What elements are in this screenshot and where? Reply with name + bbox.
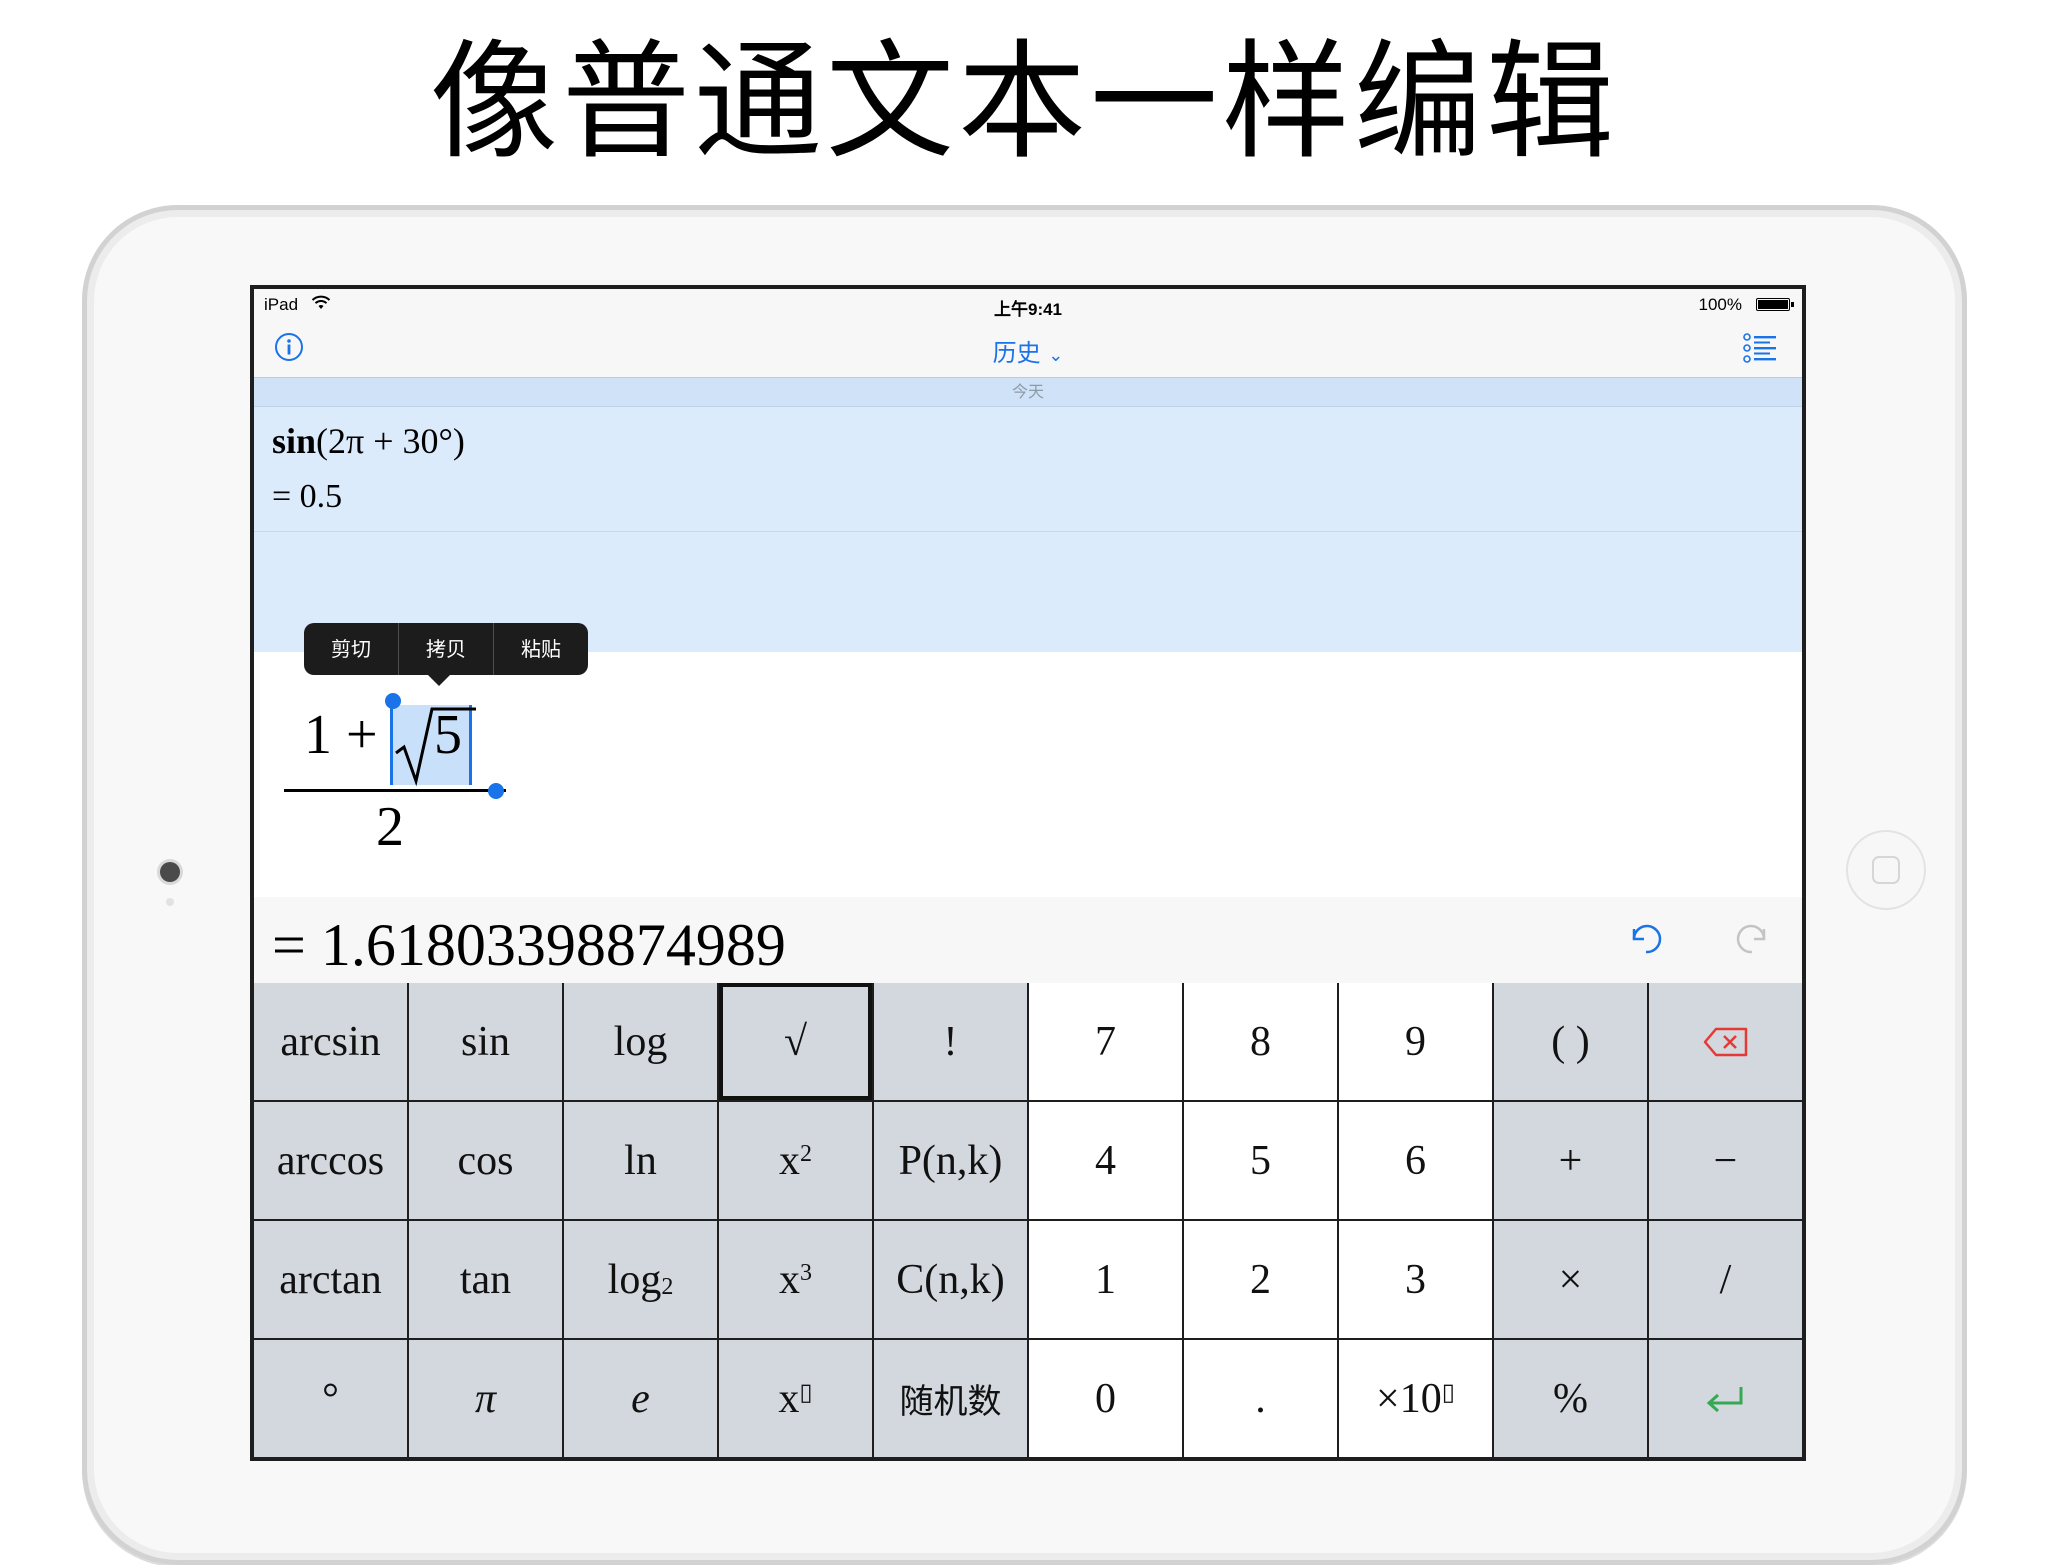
multiply-key[interactable]: × <box>1494 1221 1647 1338</box>
cube-key[interactable]: x3 <box>719 1221 872 1338</box>
zero-key[interactable]: 0 <box>1029 1340 1182 1457</box>
undo-icon[interactable] <box>1624 919 1664 959</box>
copy-menu-item[interactable]: 拷贝 <box>399 623 494 675</box>
history-title: 历史 <box>992 339 1041 367</box>
cube-key-base: x <box>779 1256 800 1303</box>
app-screen: iPad 上午9:41 100% 历史 ⌄ 今天 sin(2π + 30°) =… <box>250 285 1806 1461</box>
degree-key[interactable]: ° <box>254 1340 407 1457</box>
fraction-expression[interactable]: 1 + 5 2 <box>284 699 514 859</box>
sci-key-base: ×10 <box>1376 1375 1442 1422</box>
history-divider <box>254 531 1802 532</box>
minus-key[interactable]: − <box>1649 1102 1802 1219</box>
enter-key[interactable] <box>1649 1340 1802 1457</box>
history-expression[interactable]: sin(2π + 30°) <box>272 420 465 462</box>
factorial-key[interactable]: ! <box>874 983 1027 1100</box>
history-menu-button[interactable]: 历史 ⌄ <box>254 333 1802 368</box>
eight-key[interactable]: 8 <box>1184 983 1337 1100</box>
nine-key[interactable]: 9 <box>1339 983 1492 1100</box>
battery-icon <box>1756 298 1794 311</box>
numerator-one: 1 <box>304 704 332 766</box>
cut-menu-item[interactable]: 剪切 <box>304 623 399 675</box>
parentheses-key[interactable]: ( ) <box>1494 983 1647 1100</box>
random-key-label: 随机数 <box>899 1382 1002 1422</box>
history-arguments: (2π + 30°) <box>316 421 465 461</box>
numerator-plus: + <box>346 704 378 766</box>
percent-key[interactable]: % <box>1494 1340 1647 1457</box>
result-value: = 1.61803398874989 <box>272 912 786 978</box>
power-key-exponent: ▯ <box>799 1380 813 1406</box>
history-result[interactable]: = 0.5 <box>272 478 342 516</box>
four-key[interactable]: 4 <box>1029 1102 1182 1219</box>
log2-key[interactable]: log 2 <box>564 1221 717 1338</box>
camera-sensor <box>166 898 174 906</box>
six-key[interactable]: 6 <box>1339 1102 1492 1219</box>
return-icon <box>1706 1386 1742 1412</box>
euler-key[interactable]: e <box>564 1340 717 1457</box>
one-key[interactable]: 1 <box>1029 1221 1182 1338</box>
divide-key[interactable]: / <box>1649 1221 1802 1338</box>
paste-menu-item[interactable]: 粘贴 <box>494 623 588 675</box>
ln-key[interactable]: ln <box>564 1102 717 1219</box>
seven-key[interactable]: 7 <box>1029 983 1182 1100</box>
five-key[interactable]: 5 <box>1184 1102 1337 1219</box>
edit-context-menu: 剪切 拷贝 粘贴 <box>304 623 588 675</box>
three-key[interactable]: 3 <box>1339 1221 1492 1338</box>
denominator: 2 <box>376 796 404 858</box>
status-battery-percent: 100% <box>1698 295 1742 314</box>
redo-icon[interactable] <box>1734 919 1774 959</box>
two-key[interactable]: 2 <box>1184 1221 1337 1338</box>
cube-key-exponent: 3 <box>800 1260 812 1286</box>
selection-start-handle[interactable] <box>385 693 401 709</box>
scientific-notation-key[interactable]: ×10 ▯ <box>1339 1340 1492 1457</box>
power-key[interactable]: x ▯ <box>719 1340 872 1457</box>
combination-key[interactable]: C(n,k) <box>874 1221 1027 1338</box>
sci-key-exponent: ▯ <box>1441 1380 1455 1406</box>
square-key-base: x <box>779 1137 800 1184</box>
cos-key[interactable]: cos <box>409 1102 562 1219</box>
backspace-icon <box>1703 1027 1747 1056</box>
calculator-keypad: arcsin sin log √ ! 7 8 9 ( ) arccos cos … <box>254 983 1802 1457</box>
status-time: 上午9:41 <box>993 300 1063 319</box>
delete-key[interactable] <box>1649 983 1802 1100</box>
random-key[interactable]: 随机数 <box>874 1340 1027 1457</box>
log2-key-subscript: 2 <box>661 1274 674 1300</box>
selection-end-handle[interactable] <box>488 783 504 799</box>
sin-key[interactable]: sin <box>409 983 562 1100</box>
pi-key[interactable]: π <box>409 1340 562 1457</box>
history-function: sin <box>272 421 317 461</box>
fraction-bar <box>284 789 506 792</box>
date-section-header: 今天 <box>254 378 1802 407</box>
plus-key[interactable]: + <box>1494 1102 1647 1219</box>
power-key-base: x <box>778 1375 800 1422</box>
decimal-key[interactable]: . <box>1184 1340 1337 1457</box>
status-bar: iPad 上午9:41 100% <box>254 289 1802 319</box>
tan-key[interactable]: tan <box>409 1221 562 1338</box>
arccos-key[interactable]: arccos <box>254 1102 407 1219</box>
chevron-down-icon: ⌄ <box>1048 345 1064 366</box>
square-key[interactable]: x2 <box>719 1102 872 1219</box>
context-menu-pointer <box>426 673 452 686</box>
navigation-bar: 历史 ⌄ <box>254 319 1802 378</box>
radicand: 5 <box>434 704 462 766</box>
square-key-exponent: 2 <box>800 1141 812 1167</box>
log-key[interactable]: log <box>564 983 717 1100</box>
arctan-key[interactable]: arctan <box>254 1221 407 1338</box>
permutation-key[interactable]: P(n,k) <box>874 1102 1027 1219</box>
home-button-icon <box>1872 856 1900 884</box>
result-bar: = 1.61803398874989 <box>254 897 1802 983</box>
history-panel: 今天 sin(2π + 30°) = 0.5 <box>254 378 1802 652</box>
arcsin-key[interactable]: arcsin <box>254 983 407 1100</box>
sqrt-key[interactable]: √ <box>719 983 872 1100</box>
page-headline: 像普通文本一样编辑 <box>429 28 1618 177</box>
log2-key-base: log <box>607 1256 662 1303</box>
list-icon[interactable] <box>1743 333 1777 363</box>
front-camera <box>160 862 180 882</box>
